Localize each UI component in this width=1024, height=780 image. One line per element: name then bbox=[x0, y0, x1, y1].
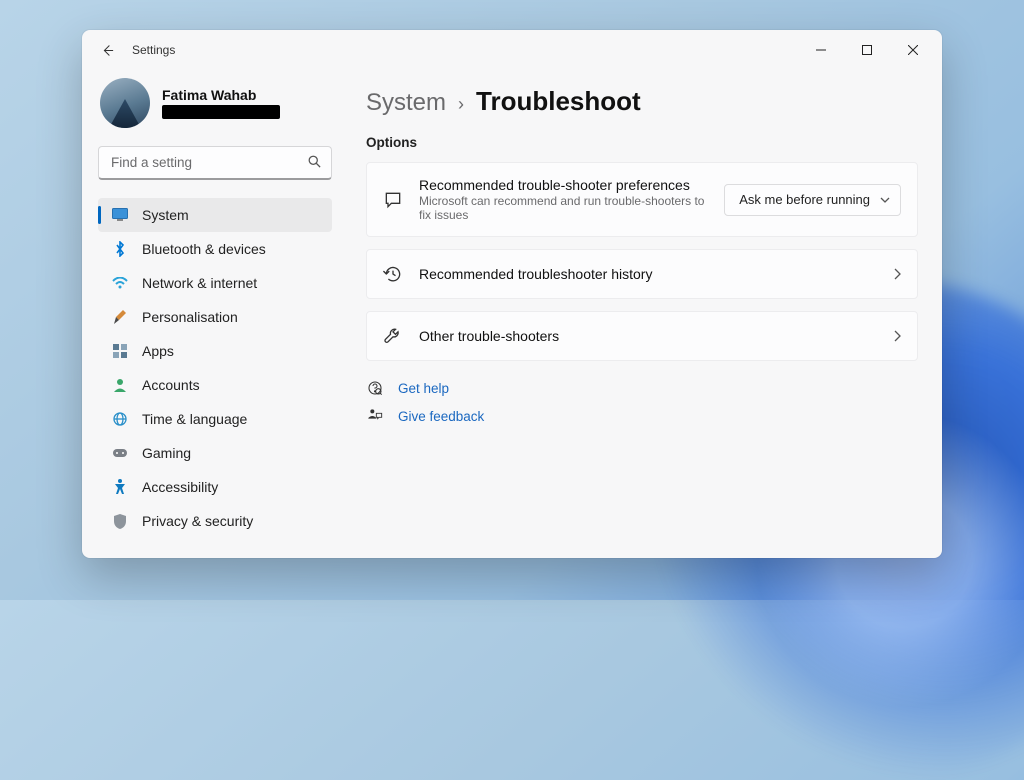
profile-name: Fatima Wahab bbox=[162, 87, 280, 103]
nav-list: System Bluetooth & devices Network & int… bbox=[98, 198, 332, 538]
window-title: Settings bbox=[132, 43, 175, 57]
gamepad-icon bbox=[112, 445, 128, 461]
get-help-row: Get help bbox=[366, 379, 918, 397]
sidebar-item-personalisation[interactable]: Personalisation bbox=[98, 300, 332, 334]
sidebar-item-label: Privacy & security bbox=[142, 513, 253, 529]
chat-icon bbox=[383, 190, 403, 210]
card-troubleshooter-history[interactable]: Recommended troubleshooter history bbox=[366, 249, 918, 299]
sidebar-item-apps[interactable]: Apps bbox=[98, 334, 332, 368]
sidebar-item-label: System bbox=[142, 207, 189, 223]
wrench-icon bbox=[383, 326, 403, 346]
search-container bbox=[98, 146, 332, 180]
chevron-right-icon bbox=[894, 330, 901, 342]
sidebar: Fatima Wahab System Bluetooth & devices bbox=[82, 70, 348, 558]
section-heading: Options bbox=[366, 135, 918, 150]
search-input[interactable] bbox=[98, 146, 332, 180]
card-title: Other trouble-shooters bbox=[419, 328, 878, 344]
arrow-left-icon bbox=[100, 43, 115, 58]
preferences-dropdown[interactable]: Ask me before running bbox=[724, 184, 901, 216]
minimize-button[interactable] bbox=[798, 34, 844, 66]
give-feedback-row: Give feedback bbox=[366, 407, 918, 425]
apps-icon bbox=[112, 343, 128, 359]
sidebar-item-label: Accessibility bbox=[142, 479, 218, 495]
close-icon bbox=[908, 45, 918, 55]
settings-window: Settings Fatima Wahab bbox=[82, 30, 942, 558]
search-icon bbox=[307, 154, 322, 169]
sidebar-item-bluetooth[interactable]: Bluetooth & devices bbox=[98, 232, 332, 266]
sidebar-item-label: Time & language bbox=[142, 411, 247, 427]
card-other-troubleshooters[interactable]: Other trouble-shooters bbox=[366, 311, 918, 361]
sidebar-item-label: Gaming bbox=[142, 445, 191, 461]
feedback-icon bbox=[366, 407, 384, 425]
sidebar-item-accessibility[interactable]: Accessibility bbox=[98, 470, 332, 504]
card-subtitle: Microsoft can recommend and run trouble-… bbox=[419, 194, 708, 222]
breadcrumb-parent[interactable]: System bbox=[366, 89, 446, 117]
sidebar-item-label: Personalisation bbox=[142, 309, 238, 325]
sidebar-item-privacy[interactable]: Privacy & security bbox=[98, 504, 332, 538]
breadcrumb: System › Troubleshoot bbox=[366, 86, 918, 117]
footer-links: Get help Give feedback bbox=[366, 379, 918, 425]
sidebar-item-label: Accounts bbox=[142, 377, 200, 393]
minimize-icon bbox=[816, 45, 826, 55]
sidebar-item-network[interactable]: Network & internet bbox=[98, 266, 332, 300]
back-button[interactable] bbox=[96, 39, 118, 61]
help-icon bbox=[366, 379, 384, 397]
window-controls bbox=[798, 34, 936, 66]
profile[interactable]: Fatima Wahab bbox=[100, 78, 330, 128]
wifi-icon bbox=[112, 275, 128, 291]
main-content: System › Troubleshoot Options Recommende… bbox=[348, 70, 942, 558]
dropdown-value: Ask me before running bbox=[739, 192, 870, 207]
globe-icon bbox=[112, 411, 128, 427]
chevron-down-icon bbox=[880, 197, 890, 203]
card-title: Recommended troubleshooter history bbox=[419, 266, 878, 282]
sidebar-item-gaming[interactable]: Gaming bbox=[98, 436, 332, 470]
person-icon bbox=[112, 377, 128, 393]
page-title: Troubleshoot bbox=[476, 86, 641, 117]
sidebar-item-label: Network & internet bbox=[142, 275, 257, 291]
card-title: Recommended trouble-shooter preferences bbox=[419, 177, 708, 193]
card-troubleshooter-preferences[interactable]: Recommended trouble-shooter preferences … bbox=[366, 162, 918, 237]
titlebar: Settings bbox=[82, 30, 942, 70]
history-icon bbox=[383, 264, 403, 284]
close-button[interactable] bbox=[890, 34, 936, 66]
sidebar-item-accounts[interactable]: Accounts bbox=[98, 368, 332, 402]
get-help-link[interactable]: Get help bbox=[398, 381, 449, 396]
avatar bbox=[100, 78, 150, 128]
sidebar-item-label: Apps bbox=[142, 343, 174, 359]
maximize-icon bbox=[862, 45, 872, 55]
shield-icon bbox=[112, 513, 128, 529]
accessibility-icon bbox=[112, 479, 128, 495]
display-icon bbox=[112, 207, 128, 223]
bluetooth-icon bbox=[112, 241, 128, 257]
sidebar-item-label: Bluetooth & devices bbox=[142, 241, 266, 257]
chevron-right-icon: › bbox=[458, 94, 464, 115]
chevron-right-icon bbox=[894, 268, 901, 280]
give-feedback-link[interactable]: Give feedback bbox=[398, 409, 484, 424]
brush-icon bbox=[112, 309, 128, 325]
profile-email-redacted bbox=[162, 105, 280, 119]
sidebar-item-system[interactable]: System bbox=[98, 198, 332, 232]
sidebar-item-time[interactable]: Time & language bbox=[98, 402, 332, 436]
maximize-button[interactable] bbox=[844, 34, 890, 66]
